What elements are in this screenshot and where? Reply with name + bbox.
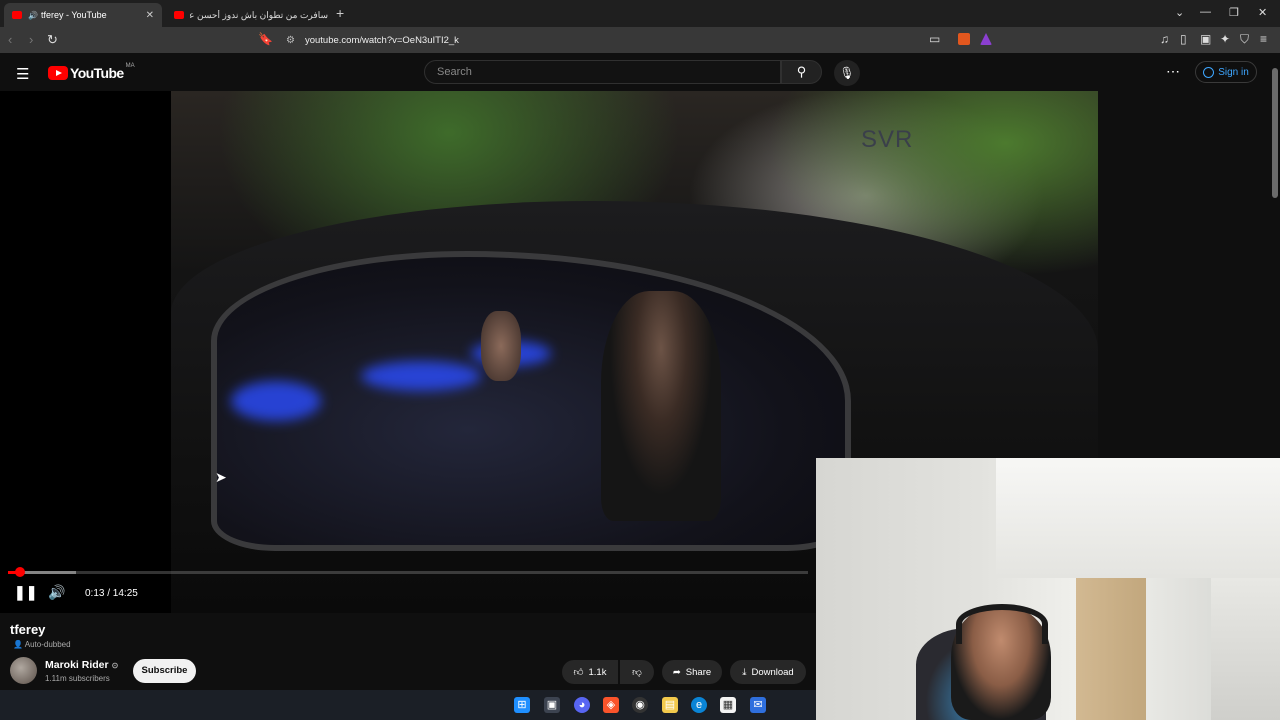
share-button[interactable]: ➦ Share	[662, 660, 722, 684]
search-icon: ⚲	[796, 64, 807, 79]
dashboard-light	[361, 361, 481, 391]
url-field[interactable]: ⚙ youtube.com/watch?v=OeN3uITI2_k	[280, 30, 1000, 50]
obs-icon[interactable]: ◉	[632, 697, 648, 713]
account-icon	[1203, 66, 1215, 78]
address-bar-row: ‹ › ↻ 🔖 ⚙ youtube.com/watch?v=OeN3uITI2_…	[0, 27, 1280, 53]
cast-icon[interactable]: ▭	[929, 32, 940, 46]
share-icon: ➦	[672, 666, 681, 678]
tab-title: tferey - YouTube	[40, 10, 107, 20]
edge-icon[interactable]: e	[691, 697, 707, 713]
storefront-sign: SVR	[861, 126, 914, 153]
verified-icon: ⊙	[111, 661, 119, 670]
waving-hand	[481, 311, 521, 381]
maximize-button[interactable]: ❐	[1229, 6, 1239, 19]
site-info-icon[interactable]: ⚙	[286, 35, 295, 46]
thumbs-down-icon: 👎︎	[632, 667, 642, 678]
leo-ai-icon[interactable]: ✦	[1220, 32, 1230, 46]
youtube-play-logo-icon	[48, 66, 68, 80]
more-options-icon[interactable]: ⋯	[1166, 63, 1180, 80]
sign-in-button[interactable]: Sign in	[1195, 61, 1257, 83]
youtube-favicon-icon	[174, 11, 184, 19]
subscribe-button[interactable]: Subscribe	[133, 659, 196, 683]
like-button[interactable]: 👍︎ 1.1k	[562, 660, 618, 684]
close-tab-icon[interactable]: ✕	[146, 10, 154, 21]
region-code: MA	[125, 63, 135, 69]
search-button[interactable]: ⚲	[781, 60, 822, 84]
webcam-overlay	[816, 458, 1280, 720]
tab-youtube-inactive[interactable]: سافرت من تطوان باش ندوز أحسن عطلة	[166, 3, 336, 27]
room-ceiling	[996, 458, 1280, 578]
browser-tabstrip: 🔊 tferey - YouTube ✕ سافرت من تطوان باش …	[0, 0, 1280, 27]
channel-name[interactable]: Maroki Rider ⊙	[45, 659, 118, 671]
new-tab-button[interactable]: +	[336, 5, 344, 21]
media-control-icon[interactable]: ♫	[1160, 32, 1169, 46]
search-input[interactable]: Search	[424, 60, 781, 84]
task-view-icon[interactable]: ▣	[544, 697, 560, 713]
like-count: 1.1k	[588, 666, 607, 678]
reload-icon[interactable]: ↻	[47, 32, 58, 48]
subscriber-count: 1.11m subscribers	[45, 674, 110, 683]
video-title: tferey	[10, 622, 46, 637]
time-display: 0:13 / 14:25	[85, 588, 138, 599]
sidebar-icon[interactable]: ▯	[1180, 32, 1187, 46]
file-explorer-icon[interactable]: ▤	[662, 697, 678, 713]
download-icon: ⤓	[742, 666, 747, 678]
windows-taskbar: ⊞ ▣ ◕ ◈ ◉ ▤ e ▦ ✉	[0, 690, 816, 720]
channel-avatar[interactable]	[10, 657, 37, 684]
tab-title: سافرت من تطوان باش ندوز أحسن عطلة	[190, 9, 328, 20]
download-button[interactable]: ⤓ Download	[730, 660, 806, 684]
discord-icon[interactable]: ◕	[574, 697, 590, 713]
headset	[956, 604, 1048, 644]
dislike-button[interactable]: 👎︎	[620, 660, 654, 684]
voice-search-button[interactable]: 🎙	[834, 60, 860, 86]
tab-search-icon[interactable]: ⌄	[1175, 6, 1184, 19]
close-window-button[interactable]: ✕	[1258, 6, 1267, 19]
dubbed-icon: 👤	[13, 640, 23, 649]
bookmark-icon[interactable]: 🔖	[258, 32, 273, 46]
minimize-button[interactable]: —	[1200, 6, 1211, 18]
wallet-icon[interactable]: ▣	[1200, 32, 1211, 46]
logo-wordmark: YouTube	[70, 65, 124, 81]
youtube-header: ☰ YouTube MA Search ⚲ 🎙 ⋯ Sign in	[0, 53, 1280, 91]
share-label: Share	[685, 666, 712, 678]
auto-dubbed-label: 👤 Auto-dubbed	[13, 640, 71, 649]
video-player[interactable]: SVR ➤ ❚❚ 🔊 0:13 / 14:25	[0, 91, 1098, 613]
volume-icon[interactable]: 🔊	[48, 584, 65, 601]
room-door	[1076, 578, 1146, 720]
room-shelf	[1211, 578, 1280, 720]
mouse-cursor-icon: ➤	[215, 469, 227, 485]
microphone-icon: 🎙	[839, 66, 855, 80]
youtube-logo[interactable]: YouTube MA	[48, 63, 135, 81]
dashboard-light	[231, 381, 321, 421]
back-arrow-icon[interactable]: ‹	[8, 32, 12, 47]
pause-button[interactable]: ❚❚	[14, 584, 37, 601]
forward-arrow-icon[interactable]: ›	[29, 32, 33, 47]
scrollbar-thumb[interactable]	[1272, 68, 1278, 198]
brave-browser-icon[interactable]: ◈	[603, 697, 619, 713]
thumbs-up-icon: 👍︎	[573, 667, 584, 678]
audio-playing-icon[interactable]: 🔊	[28, 11, 38, 20]
hamburger-menu-icon[interactable]: ☰	[16, 65, 29, 83]
youtube-favicon-icon	[12, 11, 22, 19]
sign-in-label: Sign in	[1218, 66, 1249, 78]
page-scrollbar[interactable]	[1270, 58, 1280, 458]
outlook-icon[interactable]: ✉	[750, 697, 766, 713]
ms-store-icon[interactable]: ▦	[720, 697, 736, 713]
brave-shield-icon[interactable]	[958, 33, 970, 45]
scrubber-handle[interactable]	[15, 567, 25, 577]
url-text: youtube.com/watch?v=OeN3uITI2_k	[304, 34, 459, 46]
windows-start-icon[interactable]: ⊞	[514, 697, 530, 713]
tab-youtube-active[interactable]: 🔊 tferey - YouTube ✕	[4, 3, 162, 27]
browser-menu-icon[interactable]: ≡	[1260, 32, 1267, 46]
progress-bar[interactable]	[8, 567, 808, 577]
download-label: Download	[751, 666, 794, 678]
driver-figure	[601, 291, 721, 521]
vpn-shield-icon[interactable]: ⛉	[1240, 32, 1249, 47]
